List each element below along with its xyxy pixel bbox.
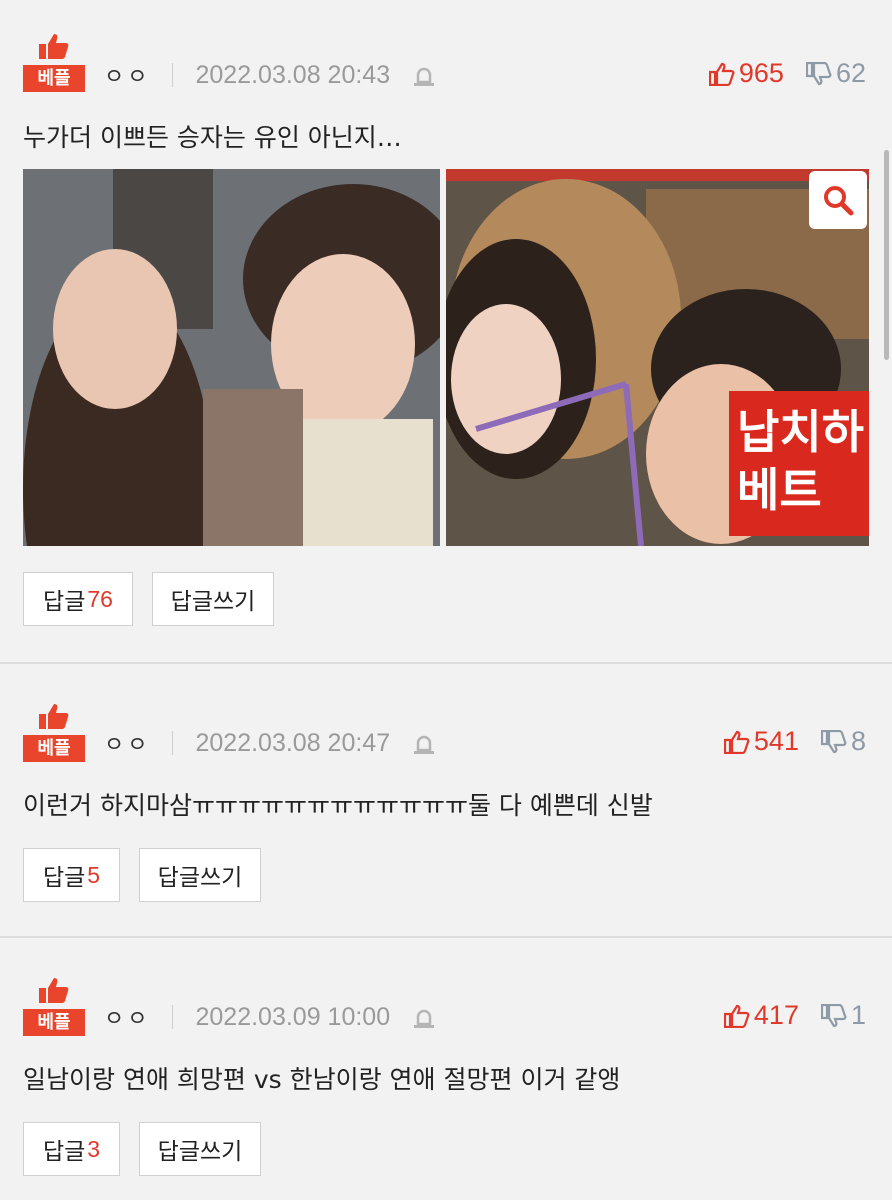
divider [172,63,174,87]
comment-images: 납치하 베트 [23,169,869,546]
reply-label: 답글 [42,1139,86,1165]
reply-count: 3 [87,1135,101,1162]
comment-date: 2022.03.08 20:47 [195,728,391,757]
photo-vietnam-video[interactable]: 납치하 베트 [446,169,869,546]
comment-date: 2022.03.09 10:00 [195,1002,391,1031]
comment-item: 베플 ㅇㅇ 2022.03.08 20:47 541 8 이런거 하지마삼ㅠㅠㅠ… [0,662,892,936]
divider [172,1005,174,1029]
reply-count: 5 [87,861,101,888]
comment-text: 누가더 이쁘든 승자는 유인 아닌지… [23,123,402,152]
report-icon[interactable] [412,1004,436,1030]
comment-item: 베플 ㅇㅇ 2022.03.09 10:00 417 1 일남이랑 연애 희망편… [0,936,892,1200]
like-count: 417 [753,1000,799,1030]
best-label: 베플 [23,735,85,762]
reply-count: 76 [87,585,113,612]
like-count: 965 [738,58,784,88]
video-title-overlay: 납치하 베트 [729,391,869,536]
dislike-count: 1 [850,1000,866,1030]
write-reply-button[interactable]: 답글쓰기 [139,848,261,902]
dislike-button[interactable]: 62 [805,58,866,89]
reply-button[interactable]: 답글 3 [23,1122,120,1176]
best-comment-badge: 베플 [23,976,85,1036]
dislike-count: 8 [850,726,866,756]
reply-button[interactable]: 답글 76 [23,572,133,626]
like-button[interactable]: 965 [708,58,784,89]
thumbs-up-icon [39,34,69,59]
dislike-button[interactable]: 8 [820,726,866,757]
thumbs-up-icon [39,704,69,729]
write-reply-label: 답글쓰기 [157,865,243,891]
scrollbar[interactable] [884,150,889,360]
thumbs-down-icon [820,1003,847,1027]
write-reply-button[interactable]: 답글쓰기 [152,572,274,626]
comment-item: 베플 ㅇㅇ 2022.03.08 20:43 965 62 누가더 이쁘든 승자… [0,0,892,662]
divider [172,731,174,755]
photo-couple-selfie[interactable] [23,169,440,546]
dislike-button[interactable]: 1 [820,1000,866,1031]
like-button[interactable]: 541 [723,726,799,757]
reply-label: 답글 [43,589,86,615]
write-reply-label: 답글쓰기 [157,1139,243,1165]
thumbs-up-icon [723,730,750,754]
thumbs-up-icon [708,62,735,86]
thumbs-down-icon [805,61,832,85]
write-reply-button[interactable]: 답글쓰기 [139,1122,261,1176]
nickname[interactable]: ㅇㅇ [104,1001,150,1033]
like-button[interactable]: 417 [723,1000,799,1031]
comment-date: 2022.03.08 20:43 [195,60,391,89]
search-icon [824,186,854,216]
thumbs-down-icon [820,729,847,753]
report-icon[interactable] [412,730,436,756]
best-label: 베플 [23,1009,85,1036]
reply-button[interactable]: 답글 5 [23,848,120,902]
comment-text: 이런거 하지마삼ㅠㅠㅠㅠㅠㅠㅠㅠㅠㅠㅠㅠ둘 다 예쁜데 신발 [23,791,653,820]
best-label: 베플 [23,65,85,92]
comment-text: 일남이랑 연애 희망편 vs 한남이랑 연애 절망편 이거 같앵 [23,1065,621,1094]
best-comment-badge: 베플 [23,32,85,92]
nickname[interactable]: ㅇㅇ [104,727,150,759]
thumbs-up-icon [39,978,69,1003]
report-icon[interactable] [412,62,436,88]
write-reply-label: 답글쓰기 [170,589,256,615]
thumbs-up-icon [723,1004,750,1028]
nickname[interactable]: ㅇㅇ [104,59,150,91]
reply-label: 답글 [42,865,86,891]
best-comment-badge: 베플 [23,702,85,762]
dislike-count: 62 [835,58,866,88]
zoom-button[interactable] [809,171,867,229]
like-count: 541 [753,726,799,756]
